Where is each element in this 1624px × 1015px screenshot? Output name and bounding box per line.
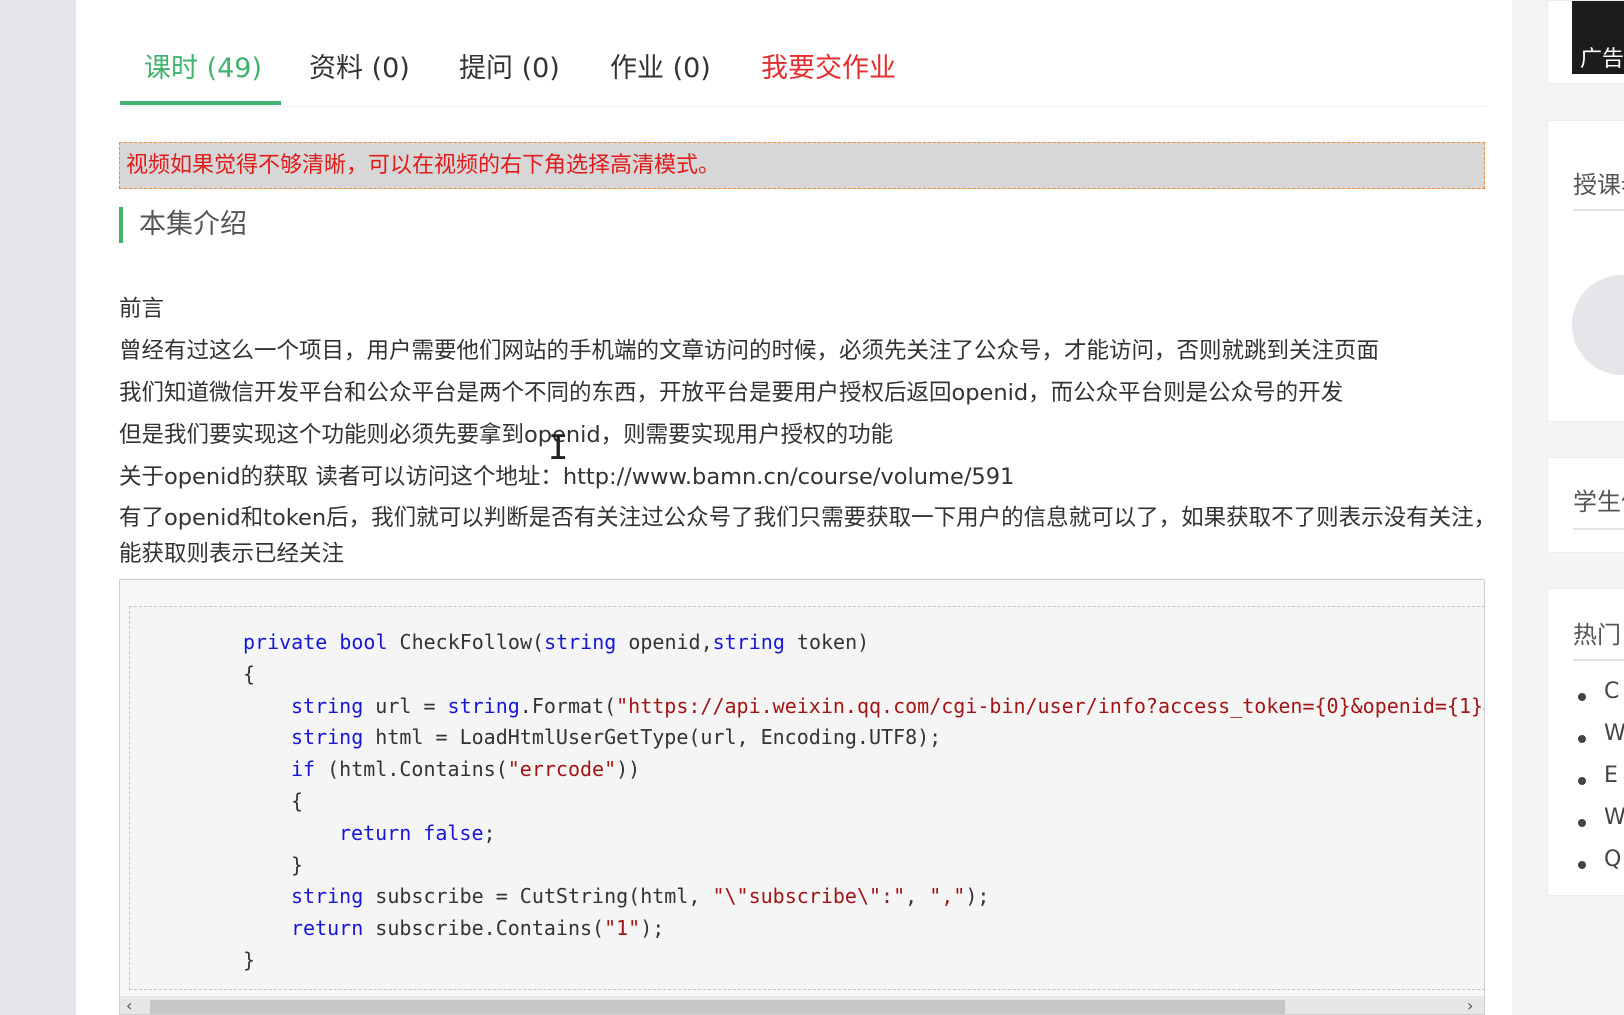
scroll-right-arrow-icon[interactable]: › — [1467, 996, 1473, 1014]
list-bullet — [1578, 777, 1586, 785]
paragraph-3: 但是我们要实现这个功能则必须先要拿到openid，则需要实现用户授权的功能 — [119, 422, 894, 448]
code-block: private bool CheckFollow(string openid,s… — [119, 579, 1485, 1015]
paragraph-1: 曾经有过这么一个项目，用户需要他们网站的手机端的文章访问的时候，必须先关注了公众… — [119, 338, 1380, 364]
scroll-thumb[interactable] — [150, 1000, 1285, 1014]
teacher-avatar[interactable] — [1572, 275, 1624, 375]
tab-submit-homework[interactable]: 我要交作业 — [761, 46, 896, 85]
scroll-left-arrow-icon[interactable]: ‹ — [126, 996, 132, 1014]
section-title: 本集介绍 — [119, 207, 247, 243]
hot-course-link[interactable]: Q — [1604, 847, 1621, 872]
hot-course-link[interactable]: W — [1604, 721, 1624, 746]
hot-courses-card: 热门 C W E W Q — [1547, 588, 1624, 896]
text-cursor-icon: I — [548, 428, 569, 468]
list-bullet — [1578, 693, 1586, 701]
list-bullet — [1578, 861, 1586, 869]
list-bullet — [1578, 735, 1586, 743]
tab-homework[interactable]: 作业 (0) — [610, 46, 711, 85]
hot-course-link[interactable]: C — [1604, 679, 1619, 704]
tab-materials[interactable]: 资料 (0) — [309, 46, 410, 85]
paragraph-2: 我们知道微信开发平台和公众平台是两个不同的东西，开放平台是要用户授权后返回ope… — [119, 380, 1344, 406]
notice-banner: 视频如果觉得不够清晰，可以在视频的右下角选择高清模式。 — [119, 142, 1485, 189]
left-gutter — [0, 0, 76, 1015]
course-tabs: 课时 (49) 资料 (0) 提问 (0) 作业 (0) 我要交作业 — [120, 0, 1487, 107]
hot-course-link[interactable]: E — [1604, 763, 1618, 788]
hot-course-link[interactable]: W — [1604, 805, 1624, 830]
paragraph-preface: 前言 — [119, 296, 165, 322]
code-line: string subscribe = CutString(html, "\"su… — [291, 884, 990, 909]
teacher-card-title: 授课老 — [1573, 171, 1624, 199]
paragraph-5: 有了openid和token后，我们就可以判断是否有关注过公众号了我们只需要获取… — [119, 505, 1497, 567]
card-divider — [1573, 528, 1624, 530]
code-horizontal-scrollbar[interactable]: ‹ › — [120, 996, 1484, 1014]
code-frame: private bool CheckFollow(string openid,s… — [129, 606, 1485, 990]
active-tab-indicator — [120, 101, 281, 105]
card-divider — [1573, 209, 1624, 211]
hot-courses-title: 热门 — [1573, 621, 1621, 649]
teacher-card: 授课老 — [1547, 120, 1624, 422]
ad-card: 广告 — [1547, 0, 1624, 84]
code-line: string html = LoadHtmlUserGetType(url, E… — [291, 725, 942, 750]
code-line: { — [291, 788, 304, 813]
code-line: return subscribe.Contains("1"); — [291, 916, 665, 941]
card-divider — [1573, 659, 1624, 661]
student-card-title: 学生信 — [1573, 488, 1624, 516]
code-line: } — [291, 852, 304, 877]
code-content: private bool CheckFollow(string openid,s… — [130, 627, 1485, 977]
tab-lessons[interactable]: 课时 (49) — [144, 46, 262, 85]
code-line: private bool CheckFollow(string openid,s… — [243, 630, 870, 654]
ad-label: 广告 — [1580, 47, 1624, 72]
code-line: if (html.Contains("errcode")) — [291, 757, 641, 782]
tab-questions[interactable]: 提问 (0) — [459, 46, 560, 85]
code-line: return false; — [339, 820, 496, 845]
student-card: 学生信 — [1547, 457, 1624, 553]
code-line: { — [243, 661, 256, 686]
code-line: } — [243, 947, 256, 972]
code-line: string url = string.Format("https://api.… — [291, 693, 1485, 718]
list-bullet — [1578, 819, 1586, 827]
